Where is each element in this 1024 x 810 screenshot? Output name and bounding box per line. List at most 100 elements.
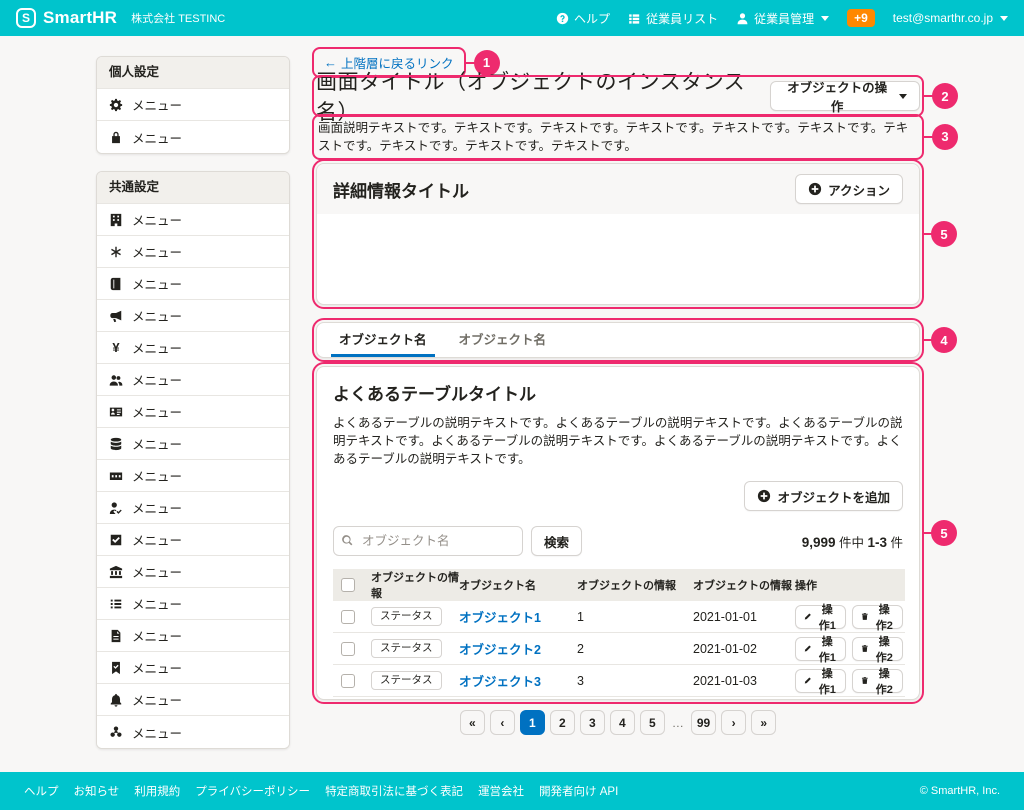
table-row: ステータス オブジェクト1 1 2021-01-01 操作1 操作2 bbox=[333, 601, 905, 633]
row-checkbox[interactable] bbox=[341, 610, 355, 624]
page-description-text: 画面説明テキストです。テキストです。テキストです。テキストです。テキストです。テ… bbox=[318, 121, 908, 153]
footer-link-news[interactable]: お知らせ bbox=[74, 783, 120, 799]
sidebar-item-label: メニュー bbox=[132, 594, 182, 613]
select-all-checkbox[interactable] bbox=[341, 578, 355, 592]
brand-name: SmartHR bbox=[43, 8, 117, 28]
search-button[interactable]: 検索 bbox=[531, 526, 582, 556]
chevron-down-icon bbox=[1000, 16, 1008, 21]
yen-icon: ¥ bbox=[109, 340, 123, 355]
edit-button[interactable]: 操作1 bbox=[795, 637, 846, 661]
sidebar-item-menu[interactable]: メニュー bbox=[97, 684, 289, 716]
add-object-button[interactable]: オブジェクトを追加 bbox=[744, 481, 903, 511]
sidebar-item-menu[interactable]: メニュー bbox=[97, 364, 289, 396]
sidebar-item-menu[interactable]: メニュー bbox=[97, 396, 289, 428]
sidebar-item-menu[interactable]: メニュー bbox=[97, 460, 289, 492]
row-actions: 操作1 操作2 bbox=[795, 605, 905, 629]
pagination-page-5[interactable]: 5 bbox=[640, 710, 665, 735]
footer-link-company[interactable]: 運営会社 bbox=[478, 783, 524, 799]
object-link[interactable]: オブジェクト3 bbox=[459, 671, 577, 690]
sidebar-item-label: メニュー bbox=[132, 658, 182, 677]
pagination-last-button[interactable]: » bbox=[751, 710, 776, 735]
sidebar-section-title: 共通設定 bbox=[97, 172, 289, 204]
footer-links: ヘルプ お知らせ 利用規約 プライバシーポリシー 特定商取引法に基づく表記 運営… bbox=[24, 783, 618, 799]
footer-link-developer-api[interactable]: 開発者向け API bbox=[539, 783, 618, 799]
sidebar-item-menu[interactable]: メニュー bbox=[97, 620, 289, 652]
pagination-page-1[interactable]: 1 bbox=[520, 710, 545, 735]
sidebar-item-menu[interactable]: メニュー bbox=[97, 121, 289, 153]
bookmark-check-icon bbox=[109, 661, 123, 675]
sidebar-item-menu[interactable]: メニュー bbox=[97, 524, 289, 556]
delete-button[interactable]: 操作2 bbox=[852, 637, 903, 661]
trash-icon bbox=[861, 643, 869, 654]
object-action-dropdown-button[interactable]: オブジェクトの操作 bbox=[770, 81, 920, 111]
footer-link-terms[interactable]: 利用規約 bbox=[134, 783, 180, 799]
pagination-page-99[interactable]: 99 bbox=[691, 710, 716, 735]
action-button[interactable]: アクション bbox=[795, 174, 903, 204]
delete-button[interactable]: 操作2 bbox=[852, 605, 903, 629]
sidebar-item-menu[interactable]: メニュー bbox=[97, 588, 289, 620]
sidebar-section-title: 個人設定 bbox=[97, 57, 289, 89]
lock-icon bbox=[109, 130, 123, 144]
pagination-ellipsis: … bbox=[670, 716, 686, 730]
row-info-1: 3 bbox=[577, 674, 693, 688]
sidebar-item-menu[interactable]: メニュー bbox=[97, 492, 289, 524]
person-check-icon bbox=[109, 501, 123, 515]
sidebar-item-menu[interactable]: メニュー bbox=[97, 89, 289, 121]
row-checkbox[interactable] bbox=[341, 642, 355, 656]
pagination-page-2[interactable]: 2 bbox=[550, 710, 575, 735]
pagination-first-button[interactable]: « bbox=[460, 710, 485, 735]
row-actions: 操作1 操作2 bbox=[795, 669, 905, 693]
pagination-page-4[interactable]: 4 bbox=[610, 710, 635, 735]
sidebar-item-menu[interactable]: メニュー bbox=[97, 236, 289, 268]
detail-info-panel: 詳細情報タイトル アクション 5 bbox=[316, 163, 920, 305]
result-unit-label: 件 bbox=[890, 536, 903, 550]
plus-circle-icon bbox=[808, 182, 822, 196]
smarthr-logo[interactable]: S SmartHR bbox=[16, 8, 117, 28]
pagination-prev-button[interactable]: ‹ bbox=[490, 710, 515, 735]
row-actions: 操作1 操作2 bbox=[795, 637, 905, 661]
object-link[interactable]: オブジェクト2 bbox=[459, 639, 577, 658]
sidebar-item-menu[interactable]: メニュー bbox=[97, 204, 289, 236]
database-icon bbox=[109, 437, 123, 451]
row-info-2: 2021-01-01 bbox=[693, 610, 795, 624]
column-header: オブジェクト名 bbox=[459, 577, 577, 593]
plus-circle-icon bbox=[757, 489, 771, 503]
sidebar-section-personal: 個人設定 メニュー メニュー bbox=[96, 56, 290, 154]
annotation-marker-3: 3 bbox=[932, 124, 958, 150]
edit-button[interactable]: 操作1 bbox=[795, 605, 846, 629]
detail-panel-title: 詳細情報タイトル bbox=[333, 177, 469, 202]
edit-label: 操作1 bbox=[818, 601, 837, 633]
object-action-label: オブジェクトの操作 bbox=[783, 77, 891, 115]
tab-object-2[interactable]: オブジェクト名 bbox=[451, 323, 555, 357]
tab-object-1[interactable]: オブジェクト名 bbox=[331, 323, 435, 357]
sidebar-item-menu[interactable]: ¥ メニュー bbox=[97, 332, 289, 364]
object-link[interactable]: オブジェクト1 bbox=[459, 607, 577, 626]
annotation-marker-4: 4 bbox=[931, 327, 957, 353]
common-table-panel: よくあるテーブルタイトル よくあるテーブルの説明テキストです。よくあるテーブルの… bbox=[316, 366, 920, 700]
detail-panel-body bbox=[317, 214, 919, 304]
row-checkbox[interactable] bbox=[341, 674, 355, 688]
delete-button[interactable]: 操作2 bbox=[852, 669, 903, 693]
document-icon bbox=[109, 629, 123, 643]
edit-button[interactable]: 操作1 bbox=[795, 669, 846, 693]
checkbox-icon bbox=[109, 533, 123, 547]
building-icon bbox=[109, 213, 123, 227]
footer-link-privacy[interactable]: プライバシーポリシー bbox=[195, 783, 310, 799]
sidebar-item-menu[interactable]: メニュー bbox=[97, 268, 289, 300]
object-search-input[interactable] bbox=[333, 526, 523, 556]
sidebar-item-menu[interactable]: メニュー bbox=[97, 652, 289, 684]
pagination-page-3[interactable]: 3 bbox=[580, 710, 605, 735]
sidebar-item-label: メニュー bbox=[132, 274, 182, 293]
footer-link-commercial-law[interactable]: 特定商取引法に基づく表記 bbox=[325, 783, 463, 799]
smarthr-logo-icon: S bbox=[16, 8, 36, 28]
page-title: 画面タイトル（オブジェクトのインスタンス名） bbox=[316, 66, 770, 126]
pagination-next-button[interactable]: › bbox=[721, 710, 746, 735]
id-card-icon bbox=[109, 405, 123, 419]
sidebar-item-menu[interactable]: メニュー bbox=[97, 428, 289, 460]
footer-link-help[interactable]: ヘルプ bbox=[24, 783, 59, 799]
result-count: 9,999 件中 1-3 件 bbox=[802, 532, 903, 551]
sidebar-item-menu[interactable]: メニュー bbox=[97, 556, 289, 588]
sidebar-item-menu[interactable]: メニュー bbox=[97, 300, 289, 332]
sidebar-section-common: 共通設定 メニュー メニュー メニュー メニュー bbox=[96, 171, 290, 749]
sidebar-item-menu[interactable]: メニュー bbox=[97, 716, 289, 748]
